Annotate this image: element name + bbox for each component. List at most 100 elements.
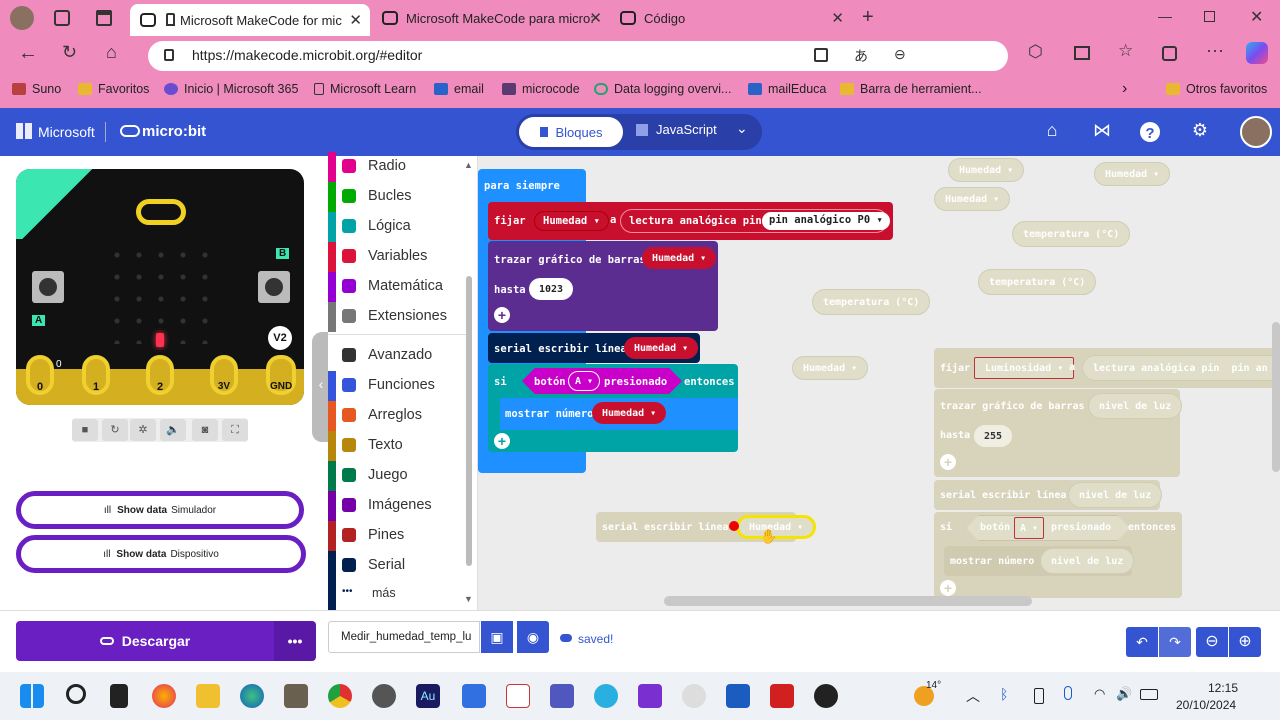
sound-icon[interactable]: 🔈: [160, 419, 186, 441]
scroll-down-icon[interactable]: ▼: [464, 594, 473, 604]
tab-makecode-1[interactable]: Microsoft MakeCode for mic ✕: [130, 4, 370, 36]
word-icon[interactable]: [726, 684, 750, 708]
add-plus-icon[interactable]: +: [494, 307, 510, 323]
screenshot-icon[interactable]: ◙: [192, 419, 218, 441]
audition-icon[interactable]: Au: [416, 684, 440, 708]
zoom-in-button[interactable]: ⊕: [1229, 627, 1261, 657]
blocks-workspace[interactable]: para siempre fijar Humedad ▾ a lectura a…: [478, 156, 1280, 610]
tab-actions-icon[interactable]: [96, 10, 112, 26]
chevron-up-icon[interactable]: ︿: [966, 686, 980, 706]
split-screen-icon[interactable]: [1074, 46, 1090, 60]
add-plus-icon[interactable]: +: [494, 433, 510, 449]
bookmark-data-logging[interactable]: Data logging overvi...: [594, 82, 731, 96]
translate-icon[interactable]: あ: [854, 46, 868, 66]
clock-date[interactable]: 20/10/2024: [1176, 698, 1236, 712]
bluetooth-icon[interactable]: ᛒ: [1000, 686, 1008, 702]
set-variable-block[interactable]: fijar Humedad ▾ a lectura analógica pin …: [488, 202, 893, 240]
chrome-icon[interactable]: [328, 684, 352, 708]
toolbox-scrollbar[interactable]: [466, 276, 472, 566]
chevron-right-icon[interactable]: ›: [1122, 80, 1127, 98]
ghost-humedad-pill[interactable]: Humedad ▾: [1094, 162, 1171, 186]
zoom-out-button[interactable]: ⊖: [1196, 627, 1228, 657]
ghost-add-plus-icon[interactable]: +: [940, 580, 956, 596]
tab-codigo[interactable]: Código ✕: [610, 4, 852, 32]
horizontal-scrollbar[interactable]: [664, 596, 1032, 606]
bookmark-favoritos[interactable]: Favoritos: [78, 82, 149, 96]
serial-variable-dropdown[interactable]: Humedad ▾: [624, 337, 699, 359]
ghost-humedad-pill[interactable]: Humedad ▾: [934, 187, 1011, 211]
microphone-icon[interactable]: [1064, 686, 1072, 700]
ghost-light-pill[interactable]: nivel de luz: [1068, 482, 1163, 508]
microbit-board[interactable]: B A V2 0 1 2 3V GND 0: [16, 169, 304, 405]
toolbox-category[interactable]: Imágenes: [342, 497, 432, 513]
ghost-analog-read[interactable]: lectura analógica pin pin an: [1082, 355, 1280, 381]
close-tab-icon[interactable]: ✕: [589, 9, 602, 27]
refresh-icon[interactable]: ↻: [62, 42, 77, 63]
show-data-device-button[interactable]: ıll Show data Dispositivo: [16, 535, 306, 573]
pin-gnd[interactable]: GND: [266, 355, 296, 395]
edu-icon[interactable]: [594, 684, 618, 708]
settings-gear-icon[interactable]: ⚙: [1188, 120, 1212, 144]
power-automate-icon[interactable]: [462, 684, 486, 708]
close-tab-icon[interactable]: ✕: [831, 9, 844, 27]
toolbox-category[interactable]: Variables: [342, 248, 427, 264]
collections-icon[interactable]: [1162, 46, 1177, 61]
user-avatar[interactable]: [1240, 116, 1272, 148]
vertical-scrollbar[interactable]: [1272, 322, 1280, 472]
bookmark-barra[interactable]: Barra de herramient...: [840, 82, 982, 96]
ghost-button-dropdown[interactable]: A ▾: [1014, 517, 1045, 539]
toolbox-category[interactable]: Extensiones: [342, 308, 447, 324]
tab-makecode-2[interactable]: Microsoft MakeCode para micro: ✕: [372, 4, 610, 32]
volume-icon[interactable]: 🔊: [1116, 686, 1132, 702]
document-icon[interactable]: [506, 684, 530, 708]
toolbox-category[interactable]: Funciones: [342, 377, 435, 393]
acrobat-icon[interactable]: [770, 684, 794, 708]
extensions-icon[interactable]: ⬡: [1028, 42, 1043, 62]
toolbox-category[interactable]: Pines: [342, 527, 404, 543]
toolbox-category[interactable]: Matemática: [342, 278, 443, 294]
task-view-icon[interactable]: [110, 684, 128, 708]
close-tab-icon[interactable]: ✕: [349, 11, 362, 29]
ghost-luminosidad-dropdown[interactable]: Luminosidad ▾: [974, 357, 1075, 379]
toolbox-category[interactable]: Lógica: [342, 218, 411, 234]
scroll-up-icon[interactable]: ▲: [464, 160, 473, 170]
apps-icon[interactable]: [814, 48, 828, 62]
clock-time[interactable]: 12:15: [1208, 681, 1238, 695]
save-icon[interactable]: ▣: [481, 621, 513, 653]
share-icon[interactable]: ⋈: [1090, 120, 1114, 144]
button-a[interactable]: [32, 271, 64, 303]
battery-saver-icon[interactable]: [1034, 688, 1044, 704]
toolbox-category[interactable]: ••• más: [342, 586, 396, 600]
help-icon[interactable]: ?: [1140, 122, 1160, 142]
search-icon[interactable]: [66, 684, 86, 704]
favorites-icon[interactable]: ☆: [1118, 41, 1133, 61]
ghost-temperature-pill[interactable]: temperatura (°C): [1012, 221, 1131, 247]
ghost-light-pill[interactable]: nivel de luz: [1040, 548, 1135, 574]
close-window-icon[interactable]: ✕: [1250, 7, 1263, 27]
windows-start-icon[interactable]: [20, 684, 44, 708]
copilot-icon[interactable]: [1246, 42, 1268, 64]
toolbox-category[interactable]: Arreglos: [342, 407, 422, 423]
bookmark-email[interactable]: email: [434, 82, 484, 96]
toolbox-category[interactable]: Radio: [342, 158, 406, 174]
tab-javascript[interactable]: JavaScript: [636, 122, 717, 137]
workspaces-icon[interactable]: [54, 10, 70, 26]
stop-icon[interactable]: ■: [72, 419, 98, 441]
undo-button[interactable]: ↶: [1126, 627, 1158, 657]
project-name-input[interactable]: Medir_humedad_temp_lu: [328, 621, 480, 653]
teams-icon[interactable]: [550, 684, 574, 708]
debug-icon[interactable]: ✲: [130, 419, 156, 441]
zoom-icon[interactable]: ⊖: [894, 46, 906, 63]
makecode-app-icon[interactable]: [638, 684, 662, 708]
ghost-app-icon[interactable]: [682, 684, 706, 708]
home-icon[interactable]: ⌂: [1040, 120, 1064, 144]
ghost-humedad-pill[interactable]: Humedad ▾: [948, 158, 1025, 182]
toolbox-category[interactable]: Texto: [342, 437, 403, 453]
fullscreen-icon[interactable]: ⛶: [222, 419, 248, 441]
gimp-icon[interactable]: [284, 684, 308, 708]
bookmark-maileduca[interactable]: mailEduca: [748, 82, 826, 96]
tab-blocks[interactable]: Bloques: [519, 117, 623, 147]
toolbox-category[interactable]: Avanzado: [342, 347, 432, 363]
button-b[interactable]: [258, 271, 290, 303]
address-input[interactable]: https://makecode.microbit.org/#editor あ …: [148, 41, 1008, 71]
